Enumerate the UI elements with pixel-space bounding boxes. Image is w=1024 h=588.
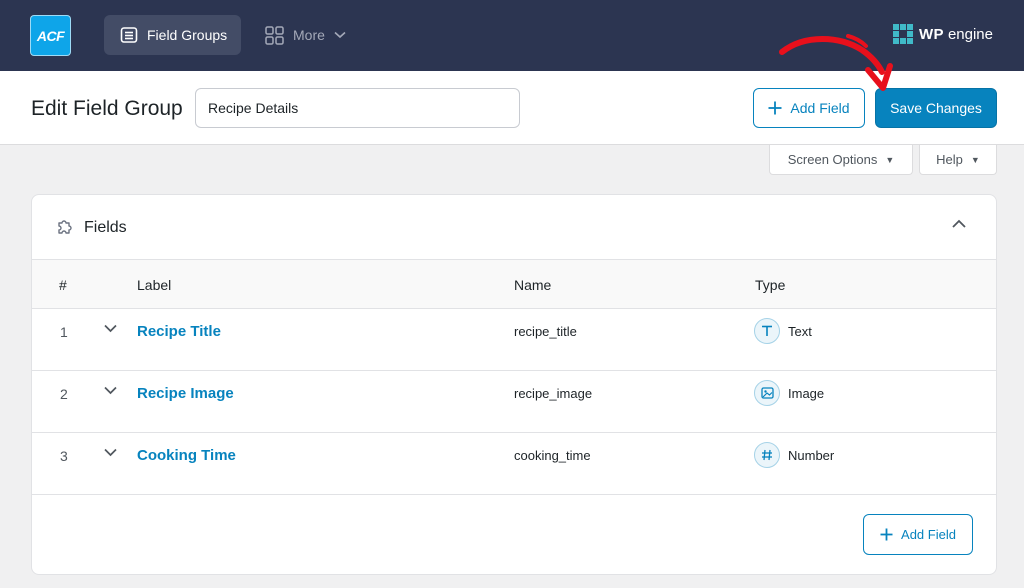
field-label-link[interactable]: Recipe Image [137, 385, 234, 402]
fields-table-header: # Label Name Type [32, 260, 996, 309]
fields-panel: Fields # Label Name Type 1 Recipe Title … [31, 194, 997, 575]
chevron-down-icon[interactable] [104, 448, 117, 457]
page-title: Edit Field Group [31, 97, 183, 120]
add-field-label: Add Field [901, 527, 956, 542]
field-group-title-input[interactable] [195, 88, 520, 128]
chevron-down-icon[interactable] [104, 386, 117, 395]
image-icon [754, 380, 780, 406]
chevron-up-icon[interactable] [952, 219, 966, 228]
fields-panel-header[interactable]: Fields [32, 195, 996, 260]
table-row[interactable]: 3 Cooking Time cooking_time Number [32, 433, 996, 495]
acf-logo[interactable]: ACF [30, 15, 71, 56]
column-header-number: # [59, 277, 67, 293]
column-header-name: Name [514, 277, 552, 293]
help-label: Help [936, 152, 963, 167]
field-name: cooking_time [514, 448, 591, 463]
field-number: 2 [60, 386, 68, 402]
nav-field-groups-label: Field Groups [147, 27, 228, 43]
plus-icon [880, 528, 893, 541]
grid-icon [265, 25, 284, 45]
save-changes-button[interactable]: Save Changes [875, 88, 997, 128]
chevron-down-icon [334, 31, 346, 39]
column-header-type: Type [755, 277, 786, 293]
wpengine-text: engine [947, 25, 993, 43]
caret-down-icon: ▼ [885, 154, 895, 165]
number-icon [754, 442, 780, 468]
field-type: Number [788, 448, 835, 463]
nav-field-groups[interactable]: Field Groups [104, 15, 241, 55]
field-label-link[interactable]: Recipe Title [137, 323, 221, 340]
table-row[interactable]: 1 Recipe Title recipe_title Text [32, 309, 996, 371]
nav-more[interactable]: More [265, 15, 346, 55]
puzzle-icon [58, 220, 72, 234]
edit-header-bar: Edit Field Group Add Field Save Changes [0, 71, 1024, 145]
field-number: 1 [60, 324, 68, 340]
add-field-button-top[interactable]: Add Field [753, 88, 865, 128]
field-type: Image [788, 386, 825, 401]
fields-panel-title: Fields [84, 219, 127, 236]
field-type: Text [788, 324, 812, 339]
nav-more-label: More [293, 27, 325, 43]
help-button[interactable]: Help ▼ [919, 145, 997, 175]
field-label-link[interactable]: Cooking Time [137, 447, 236, 464]
plus-icon [768, 101, 782, 115]
field-name: recipe_image [514, 386, 593, 401]
wpengine-bold-text: WP [919, 25, 944, 43]
field-number: 3 [60, 448, 68, 464]
chevron-down-icon[interactable] [104, 324, 117, 333]
top-navigation-bar: ACF Field Groups More WP engine [0, 0, 1024, 71]
wpengine-wordmark: WP engine [919, 26, 993, 43]
field-name: recipe_title [514, 324, 577, 339]
text-icon [754, 318, 780, 344]
screen-options-button[interactable]: Screen Options ▼ [769, 145, 913, 175]
screen-options-label: Screen Options [787, 152, 878, 167]
wpengine-logo[interactable]: WP engine [893, 24, 993, 44]
add-field-button-bottom[interactable]: Add Field [863, 514, 973, 555]
column-header-label: Label [137, 277, 172, 293]
caret-down-icon: ▼ [970, 154, 980, 165]
table-row[interactable]: 2 Recipe Image recipe_image Image [32, 371, 996, 433]
wpengine-mark-icon [893, 24, 913, 44]
add-field-label: Add Field [790, 100, 850, 116]
list-icon [120, 27, 138, 43]
